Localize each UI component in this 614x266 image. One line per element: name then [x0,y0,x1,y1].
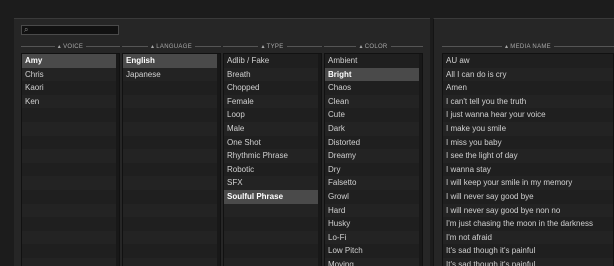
type-list-item[interactable]: Loop [224,108,321,122]
voice-list-item[interactable]: Amy [22,54,119,68]
media-list-item[interactable]: I will never say good bye non no [443,203,613,218]
voice-empty-row [22,217,119,231]
type-empty-row [224,217,321,231]
voice-empty-row [22,244,119,258]
color-list-item[interactable]: Husky [325,217,422,231]
type-list-item[interactable]: Male [224,121,321,136]
media-list-item[interactable]: AU aw [443,54,613,68]
type-list-item[interactable]: SFX [224,176,321,190]
media-list-item[interactable]: All I can do is cry [443,67,613,82]
color-list-item[interactable]: Cute [325,108,422,122]
voice-empty-row [22,121,119,136]
language-empty-row [123,108,220,122]
color-list-item[interactable]: Lo-Fi [325,230,422,245]
media-list-item[interactable]: I wanna stay [443,162,613,177]
color-list-item[interactable]: Bright [325,67,422,82]
media-list-item[interactable]: I see the light of day [443,149,613,163]
language-empty-row [123,149,220,163]
type-empty-row [224,230,321,245]
color-list-item[interactable]: Dry [325,162,422,177]
language-list-item[interactable]: English [123,54,220,68]
media-list-item[interactable]: I'm just chasing the moon in the darknes… [443,217,613,231]
language-header[interactable]: ▴ LANGUAGE [122,40,221,53]
type-list-item[interactable]: Rhythmic Phrase [224,149,321,163]
color-list-item[interactable]: Falsetto [325,176,422,190]
color-list-item[interactable]: Ambient [325,54,422,68]
type-column: ▴ TYPE Adlib / Fake Breath Chopped Female Lo… [223,40,323,266]
color-list-item[interactable]: Dreamy [325,149,422,163]
language-empty-row [123,176,220,190]
media-list-item[interactable]: I miss you baby [443,135,613,150]
color-list-item[interactable]: Moving [325,257,422,266]
voice-empty-row [22,203,119,218]
type-header[interactable]: ▴ TYPE [223,40,323,53]
search-input[interactable]: ⌕ [21,25,119,35]
color-list-item[interactable]: Low Pitch [325,244,422,258]
type-empty-row [224,244,321,258]
voice-empty-row [22,135,119,150]
media-list-item[interactable]: I make you smile [443,121,613,136]
language-empty-row [123,257,220,266]
voice-empty-row [22,257,119,266]
color-list-item[interactable]: Dark [325,121,422,136]
media-list-item[interactable]: It's sad though it's painful [443,257,613,266]
language-empty-row [123,94,220,109]
language-empty-row [123,81,220,95]
language-empty-row [123,230,220,245]
color-column: ▴ COLOR Ambient Bright Chaos Clean Cute Dark D… [324,40,423,266]
media-list-item[interactable]: I will never say good bye [443,189,613,204]
voice-empty-row [22,162,119,177]
voice-empty-row [22,176,119,190]
media-name-list[interactable]: AU aw All I can do is cry Amen I can't tell… [442,53,614,266]
type-list[interactable]: Adlib / Fake Breath Chopped Female Loop Male O… [223,53,322,266]
language-list-item[interactable]: Japanese [123,67,220,82]
color-list[interactable]: Ambient Bright Chaos Clean Cute Dark Distorted… [324,53,423,266]
language-empty-row [123,121,220,136]
media-list-item[interactable]: I can't tell you the truth [443,94,613,109]
type-list-item[interactable]: Soulful Phrase [224,189,321,204]
type-list-item[interactable]: Chopped [224,81,321,95]
color-list-item[interactable]: Distorted [325,135,422,150]
media-list-item[interactable]: It's sad though it's painful [443,244,613,258]
voice-empty-row [22,189,119,204]
language-empty-row [123,217,220,231]
voice-header[interactable]: ▴ VOICE [21,40,121,53]
type-list-item[interactable]: Adlib / Fake [224,54,321,68]
voice-list-item[interactable]: Ken [22,94,119,109]
language-empty-row [123,203,220,218]
voice-empty-row [22,230,119,245]
media-list-item[interactable]: I will keep your smile in my memory [443,176,613,190]
media-name-header[interactable]: ▴ MEDIA NAME [442,40,614,53]
type-list-item[interactable]: Breath [224,67,321,82]
media-list-item[interactable]: I'm not afraid [443,230,613,245]
type-list-item[interactable]: One Shot [224,135,321,150]
media-list-item[interactable]: Amen [443,81,613,95]
color-list-item[interactable]: Hard [325,203,422,218]
voice-list-item[interactable]: Kaori [22,81,119,95]
color-list-item[interactable]: Clean [325,94,422,109]
voice-list[interactable]: Amy Chris Kaori Ken [21,53,120,266]
voice-empty-row [22,149,119,163]
voice-column: ▴ VOICE Amy Chris Kaori Ken [21,40,121,266]
media-list-item[interactable]: I just wanna hear your voice [443,108,613,122]
voice-list-item[interactable]: Chris [22,67,119,82]
language-empty-row [123,135,220,150]
media-name-column: ▴ MEDIA NAME AU aw All I can do is cry Ame… [442,40,614,266]
language-empty-row [123,244,220,258]
type-list-item[interactable]: Robotic [224,162,321,177]
color-list-item[interactable]: Growl [325,189,422,204]
search-icon: ⌕ [24,25,29,34]
type-empty-row [224,257,321,266]
type-list-item[interactable]: Female [224,94,321,109]
voice-empty-row [22,108,119,122]
language-list[interactable]: English Japanese [122,53,221,266]
language-empty-row [123,189,220,204]
type-empty-row [224,203,321,218]
color-header[interactable]: ▴ COLOR [324,40,423,53]
color-list-item[interactable]: Chaos [325,81,422,95]
language-column: ▴ LANGUAGE English Japanese [122,40,221,266]
language-empty-row [123,162,220,177]
